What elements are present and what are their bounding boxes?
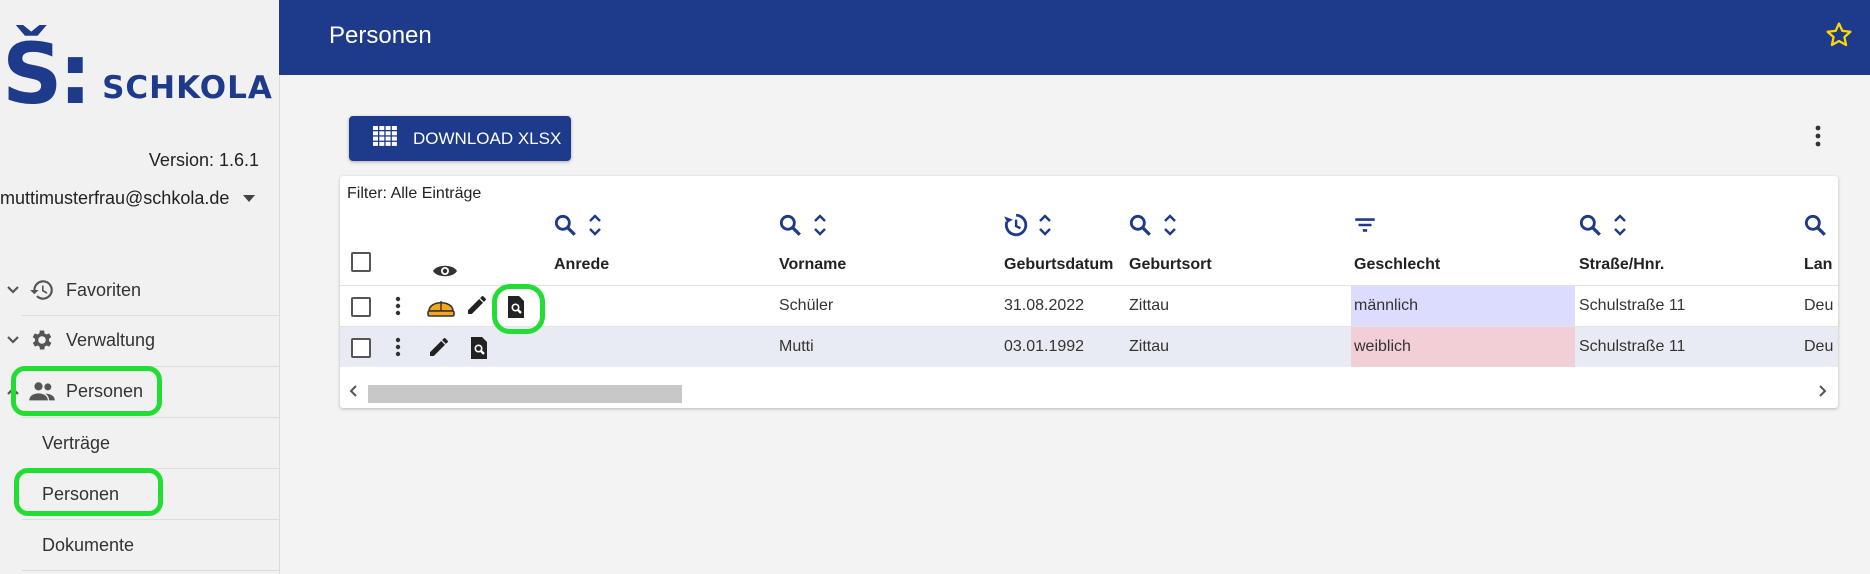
- column-header-land[interactable]: Lan: [1804, 256, 1832, 274]
- column-header-geburtsdatum[interactable]: Geburtsdatum: [1004, 256, 1113, 274]
- more-vert-icon[interactable]: [1813, 124, 1823, 153]
- history-icon: [28, 276, 56, 304]
- cell-land: Deu: [1804, 338, 1834, 355]
- column-header-strasse[interactable]: Straße/Hnr.: [1579, 256, 1664, 274]
- caret-down-icon: [243, 195, 256, 202]
- search-icon[interactable]: [1802, 212, 1828, 243]
- sidebar-item-favoriten[interactable]: Favoriten: [0, 276, 279, 304]
- sort-icon[interactable]: [588, 212, 602, 243]
- sidebar-item-label: Favoriten: [66, 279, 142, 300]
- filter-label: Filter: Alle Einträge: [347, 185, 482, 202]
- schkola-logo[interactable]: Š: SCHKOLA: [2, 25, 273, 123]
- sort-icon[interactable]: [1038, 212, 1052, 243]
- chevron-down-icon: [6, 282, 20, 299]
- logo-mark: Š:: [2, 25, 92, 123]
- column-anrede-controls: [552, 212, 602, 243]
- cell-geschlecht: weiblich: [1354, 338, 1411, 355]
- highlight-personen-subitem: [14, 468, 163, 516]
- logo-text: SCHKOLA: [102, 70, 273, 106]
- row-checkbox[interactable]: [351, 297, 371, 317]
- column-strasse-controls: [1577, 212, 1627, 243]
- column-header-geschlecht[interactable]: Geschlecht: [1354, 256, 1440, 274]
- person-table: Filter: Alle Einträge Anrede Vorname Geb…: [340, 176, 1838, 408]
- filter-icon[interactable]: [1352, 212, 1378, 243]
- gear-icon: [28, 326, 56, 354]
- sort-icon[interactable]: [1613, 212, 1627, 243]
- student-hat-icon: [426, 293, 456, 319]
- divider: [22, 417, 279, 418]
- scrollbar-thumb[interactable]: [368, 385, 682, 403]
- column-vorname-controls: [777, 212, 827, 243]
- cell-vorname: Schüler: [779, 297, 834, 314]
- cell-geschlecht: männlich: [1354, 297, 1419, 314]
- grid-icon: [373, 126, 397, 151]
- highlight-personen-nav: [11, 366, 162, 416]
- column-header-vorname[interactable]: Vorname: [779, 256, 846, 274]
- user-email: muttimusterfrau@schkola.de: [0, 188, 230, 208]
- search-icon[interactable]: [777, 212, 803, 243]
- sort-icon[interactable]: [1163, 212, 1177, 243]
- row-checkbox[interactable]: [351, 338, 371, 358]
- chevron-down-icon: [6, 332, 20, 349]
- highlight-edit-button: [492, 284, 545, 334]
- subitem-vertraege[interactable]: Verträge: [42, 433, 110, 454]
- version-label: Version: 1.6.1: [148, 150, 259, 170]
- cell-geburtsdatum: 03.01.1992: [1004, 338, 1085, 355]
- table-row[interactable]: Schüler 31.08.2022 Zittau männlich Schul…: [340, 285, 1838, 326]
- cell-geburtsdatum: 31.08.2022: [1004, 297, 1085, 314]
- user-menu[interactable]: muttimusterfrau@schkola.de: [0, 188, 256, 209]
- eye-icon[interactable]: [432, 262, 458, 280]
- divider: [22, 519, 279, 520]
- search-icon[interactable]: [1127, 212, 1153, 243]
- search-icon[interactable]: [552, 212, 578, 243]
- download-label: DOWNLOAD XLSX: [413, 128, 562, 148]
- sort-icon[interactable]: [813, 212, 827, 243]
- column-header-anrede[interactable]: Anrede: [554, 256, 609, 274]
- select-all-checkbox[interactable]: [351, 252, 371, 272]
- cell-vorname: Mutti: [779, 338, 814, 355]
- edit-pencil-icon[interactable]: [465, 293, 489, 317]
- cell-strasse: Schulstraße 11: [1579, 338, 1686, 355]
- sidebar-item-label: Verwaltung: [66, 329, 156, 350]
- cell-land: Deu: [1804, 297, 1834, 314]
- app-header: Personen: [279, 0, 1870, 75]
- cell-geburtsort: Zittau: [1129, 297, 1170, 314]
- cell-geburtsort: Zittau: [1129, 338, 1170, 355]
- page-title: Personen: [329, 22, 432, 49]
- divider: [22, 570, 279, 571]
- column-geschlecht-controls: [1352, 212, 1378, 243]
- divider: [22, 315, 279, 316]
- edit-pencil-icon[interactable]: [427, 335, 451, 359]
- subitem-dokumente[interactable]: Dokumente: [42, 535, 134, 556]
- date-filter-icon[interactable]: [1002, 212, 1028, 243]
- scroll-right-icon[interactable]: [1818, 384, 1828, 402]
- column-header-geburtsort[interactable]: Geburtsort: [1129, 256, 1212, 274]
- column-land-controls: [1802, 212, 1828, 243]
- more-vert-icon[interactable]: [394, 295, 402, 317]
- cell-strasse: Schulstraße 11: [1579, 297, 1686, 314]
- document-search-icon[interactable]: [469, 336, 489, 360]
- more-vert-icon[interactable]: [394, 336, 402, 358]
- horizontal-scrollbar[interactable]: [340, 380, 1838, 403]
- download-xlsx-button[interactable]: DOWNLOAD XLSX: [349, 116, 571, 161]
- table-row[interactable]: Mutti 03.01.1992 Zittau weiblich Schulst…: [340, 326, 1838, 367]
- column-geburtsort-controls: [1127, 212, 1177, 243]
- scroll-left-icon[interactable]: [348, 384, 358, 402]
- column-geburtsdatum-controls: [1002, 212, 1052, 243]
- sidebar-item-verwaltung[interactable]: Verwaltung: [0, 326, 279, 354]
- search-icon[interactable]: [1577, 212, 1603, 243]
- star-icon[interactable]: [1824, 20, 1854, 55]
